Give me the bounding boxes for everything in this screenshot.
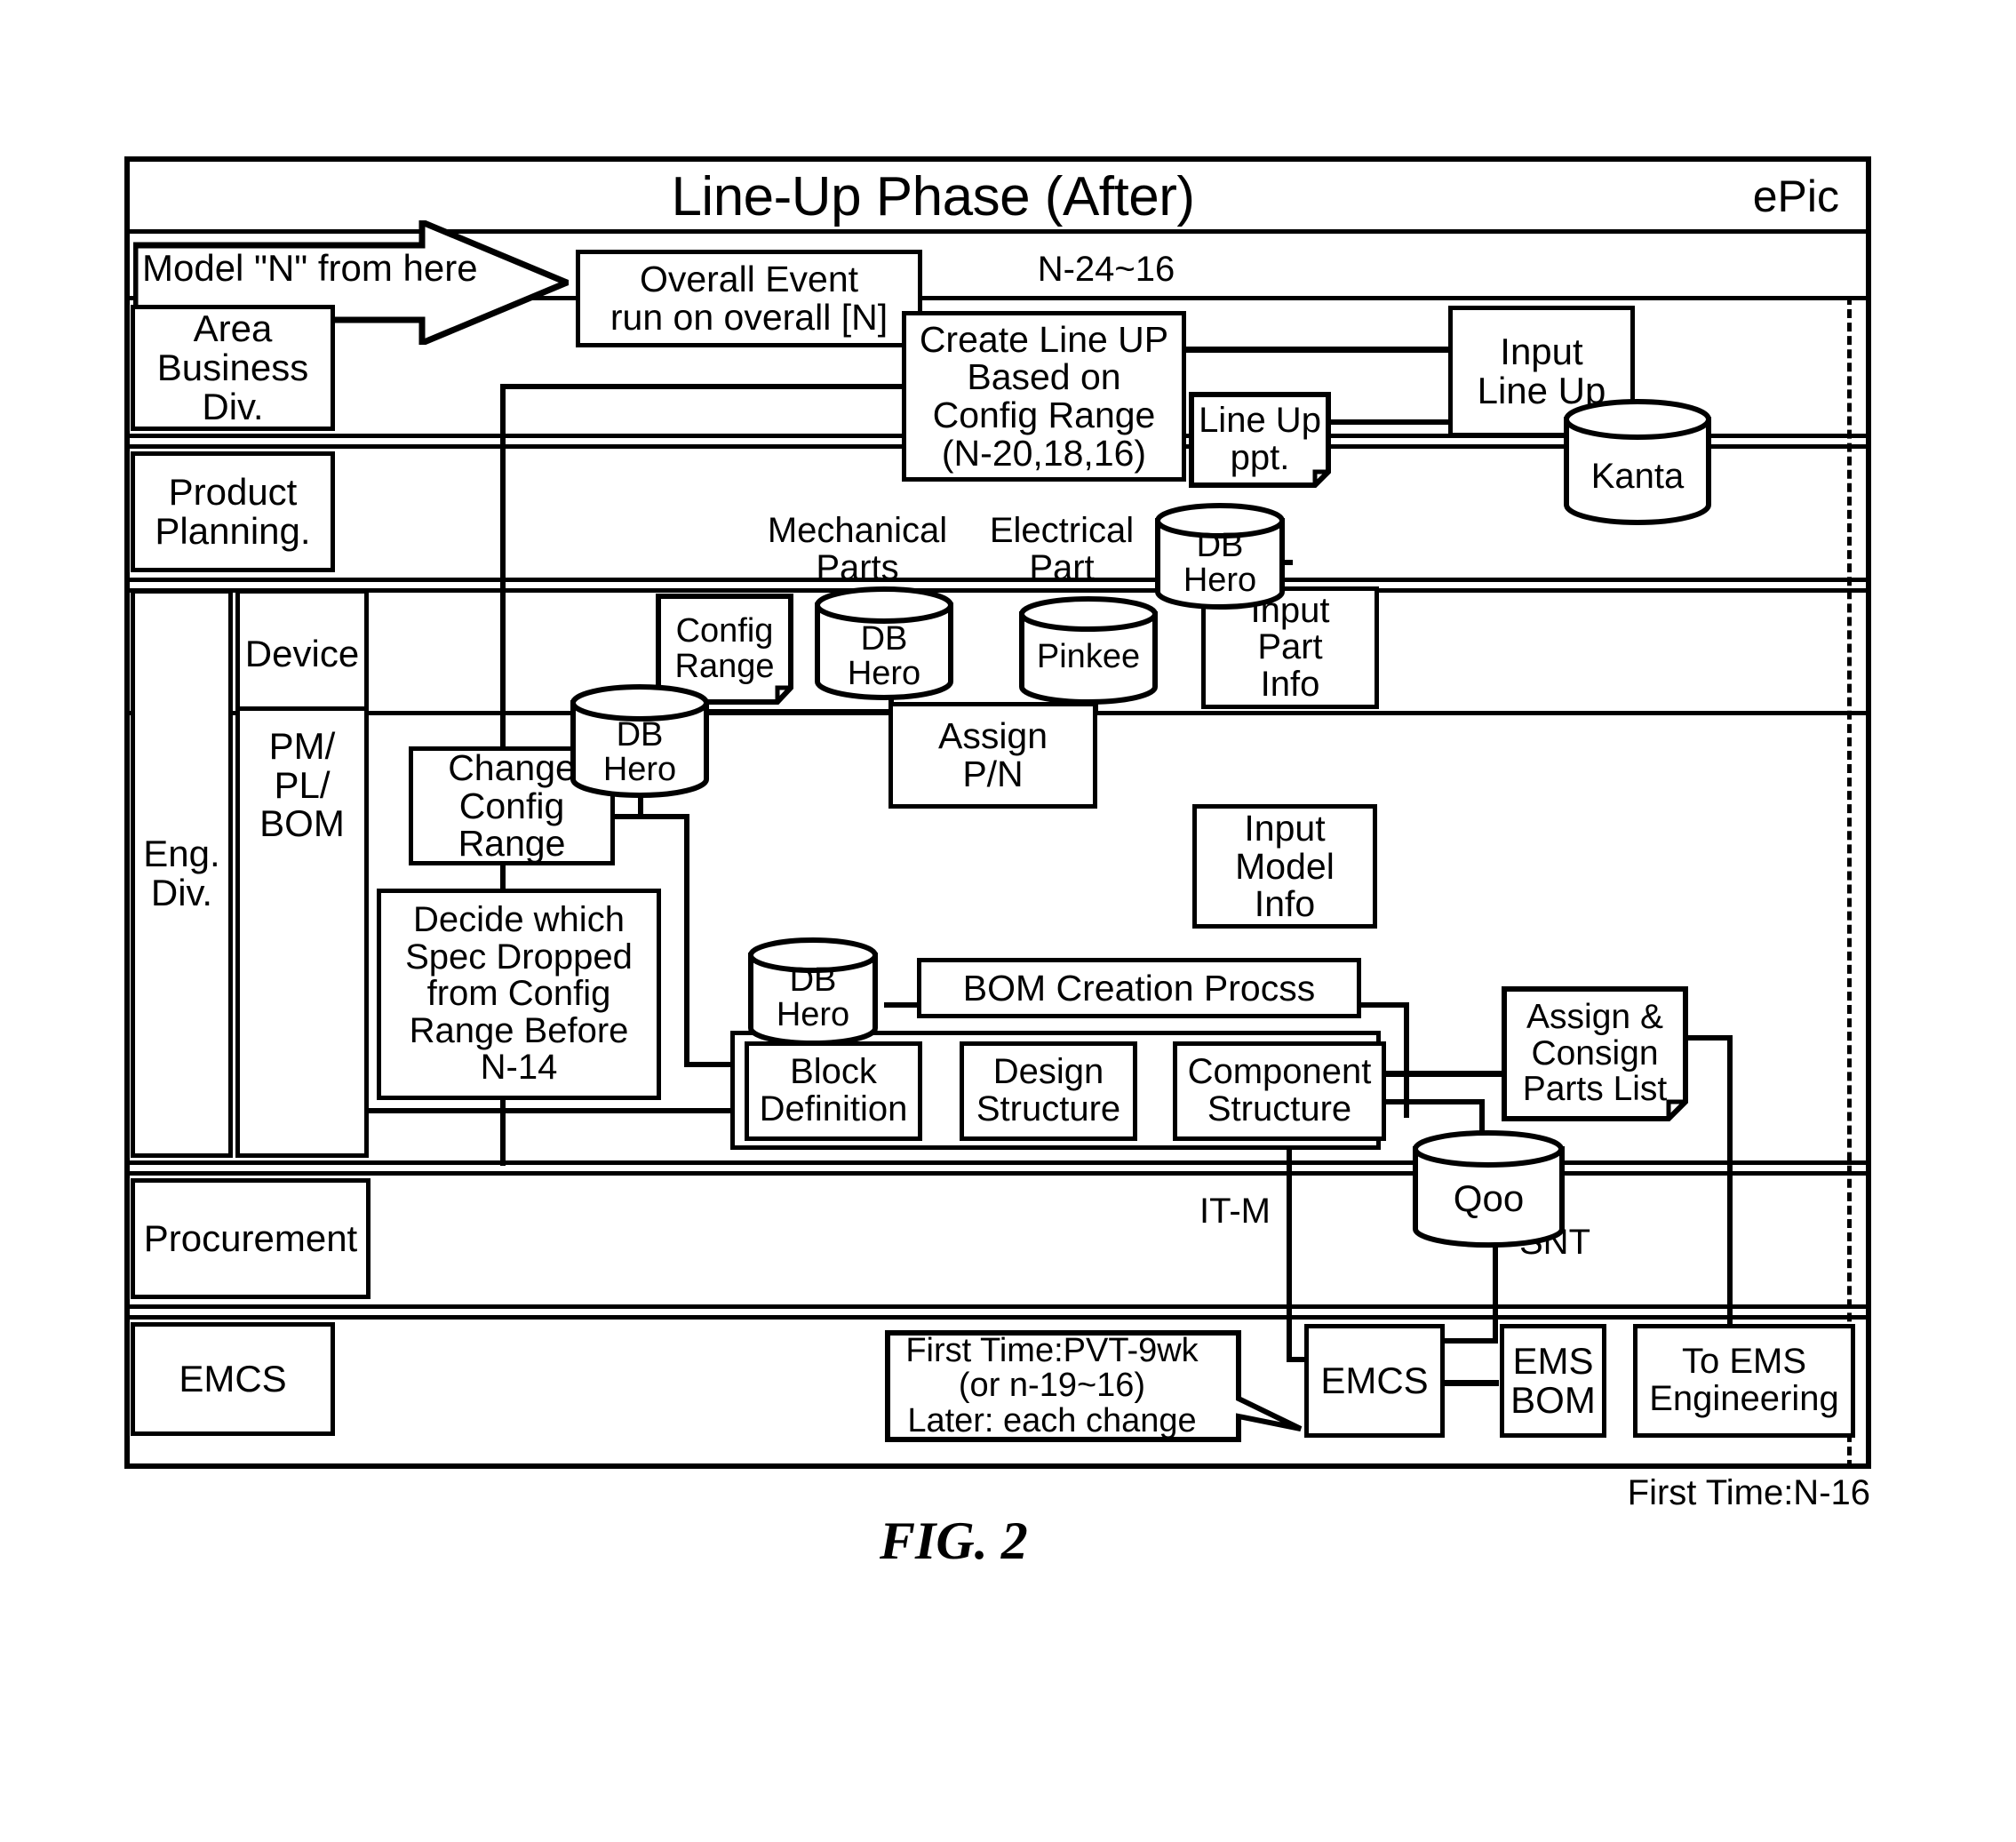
connector-assign-down [1727, 1035, 1733, 1342]
node-label: DB Hero [602, 716, 677, 788]
page-title: Line-Up Phase (After) [671, 166, 1195, 227]
node-label: Change Config Range [448, 747, 576, 865]
connector-itm-vertical [1287, 1120, 1292, 1360]
swimlane-label: Product Planning. [155, 471, 311, 552]
node-label: Decide which Spec Dropped from Config Range… [405, 900, 633, 1088]
node-ems-bom[interactable]: EMS BOM [1500, 1324, 1606, 1438]
node-bom-creation-process[interactable]: BOM Creation Procss [917, 958, 1361, 1018]
node-label: DB Hero [847, 620, 921, 692]
band-divider-engdiv-2 [124, 1171, 1871, 1176]
node-label: Pinkee [1036, 638, 1141, 675]
node-label: Overall Event run on overall [N] [610, 259, 888, 338]
node-label: Create Line UP Based on Config Range (N-20,… [919, 318, 1169, 474]
swimlane-label: PM/PL/BOM [259, 725, 345, 845]
node-label: Config Range [674, 611, 775, 685]
connector-bomproc-right [1359, 1002, 1409, 1008]
swimlane-label: EMCS [179, 1358, 287, 1400]
node-first-time-callout[interactable]: First Time:PVT-9wk (or n-19~16) Later: eac… [885, 1329, 1303, 1443]
system-tag-epic: ePic [1752, 171, 1839, 221]
node-label: Line Up ppt. [1199, 401, 1321, 477]
connector-createlineup-to-inputlineup [1182, 347, 1448, 353]
swimlane-area-business-div: Area Business Div. [131, 305, 335, 431]
node-label: Input Model Info [1235, 808, 1335, 925]
node-db-hero-top[interactable]: DB Hero [1153, 503, 1287, 610]
swimlane-pm-pl-bom: PM/PL/BOM [235, 706, 369, 1158]
node-qoo-database[interactable]: Qoo [1411, 1130, 1566, 1248]
node-label: Block Definition [759, 1052, 908, 1128]
swimlane-label: Procurement [143, 1217, 358, 1260]
figure-caption: FIG. 2 [880, 1511, 1028, 1570]
connector-dbhero-bom-right [884, 1002, 920, 1008]
node-db-hero-bom[interactable]: DB Hero [746, 937, 880, 1046]
band-divider-procurement [124, 1304, 1871, 1309]
node-component-structure[interactable]: Component Structure [1173, 1041, 1386, 1141]
footer-note: First Time:N-16 [1627, 1473, 1870, 1512]
connector-component-to-assign [1386, 1071, 1502, 1077]
node-overall-event[interactable]: Overall Event run on overall [N] [576, 250, 922, 347]
connector-assign-right [1688, 1035, 1733, 1041]
node-label: Assign & Consign Parts List [1522, 998, 1668, 1109]
node-label: Component Structure [1187, 1052, 1372, 1128]
swimlane-procurement: Procurement [131, 1178, 371, 1299]
node-input-model-info[interactable]: Input Model Info [1192, 804, 1377, 929]
swimlane-product-planning: Product Planning. [131, 451, 335, 572]
node-assign-pn[interactable]: Assign P/N [888, 702, 1097, 809]
node-assign-consign-parts-list[interactable]: Assign & Consign Parts List [1502, 986, 1688, 1121]
node-create-line-up[interactable]: Create Line UP Based on Config Range (N-20,… [902, 311, 1186, 482]
node-label: To EMS Engineering [1649, 1342, 1839, 1418]
model-start-label: Model "N" from here [142, 246, 478, 289]
node-line-up-ppt[interactable]: Line Up ppt. [1189, 392, 1331, 488]
swimlane-emcs: EMCS [131, 1322, 335, 1436]
node-label: DB Hero [776, 961, 850, 1033]
connector-emcs-to-emsbom [1444, 1380, 1499, 1386]
node-block-definition[interactable]: Block Definition [745, 1041, 922, 1141]
node-emcs-process[interactable]: EMCS [1304, 1324, 1445, 1438]
connector-pmplbom-to-block [364, 1108, 730, 1113]
swimlane-label: Eng. Div. [143, 833, 220, 913]
connector-changeconfig-right [613, 814, 689, 819]
node-label: Qoo [1453, 1177, 1525, 1219]
node-label: EMCS [1320, 1360, 1429, 1402]
node-design-structure[interactable]: Design Structure [960, 1041, 1137, 1141]
node-db-hero-left[interactable]: DB Hero [569, 684, 711, 798]
node-label: DB Hero [1183, 527, 1257, 599]
node-decide-spec-dropped[interactable]: Decide which Spec Dropped from Config Range… [377, 889, 661, 1100]
node-label: Design Structure [976, 1052, 1121, 1128]
swimlane-eng-div: Eng. Div. [131, 589, 233, 1158]
node-label: First Time:PVT-9wk (or n-19~16) Later: eac… [905, 1331, 1199, 1439]
node-label: BOM Creation Procss [962, 967, 1316, 1009]
connector-changeconfig-down [684, 814, 689, 1067]
swimlane-device: Device [235, 589, 369, 718]
node-label: Assign P/N [937, 715, 1048, 794]
phase-range-label: N-24~16 [1037, 250, 1175, 289]
swimlane-label: Device [244, 632, 360, 674]
label-mechanical-parts: Mechanical Parts [767, 511, 948, 587]
dashed-boundary-line [1847, 296, 1852, 1469]
label-electrical-part: Electrical Part [989, 511, 1135, 587]
patent-figure-canvas: Line-Up Phase (After) ePic First Time:N-… [0, 0, 2016, 1842]
node-db-hero-mechanical[interactable]: DB Hero [813, 586, 955, 700]
swimlane-label: Area Business Div. [156, 307, 309, 427]
node-to-ems-engineering[interactable]: To EMS Engineering [1633, 1324, 1855, 1438]
label-it-m: IT-M [1199, 1192, 1271, 1231]
node-label: Input Part Info [1250, 590, 1330, 704]
connector-changeconfig-to-block [684, 1062, 730, 1067]
node-label: EMS BOM [1510, 1340, 1596, 1421]
connector-horizontal-to-createlineup [500, 384, 904, 389]
node-pinkee-database[interactable]: Pinkee [1017, 596, 1159, 705]
band-divider-procurement-2 [124, 1315, 1871, 1320]
connector-component-to-qoo-h [1386, 1099, 1484, 1104]
node-label: Input Line Up [1477, 331, 1606, 411]
node-label: Kanta [1590, 457, 1685, 496]
band-divider-engdiv [124, 1160, 1871, 1165]
node-kanta-database[interactable]: Kanta [1562, 399, 1713, 525]
